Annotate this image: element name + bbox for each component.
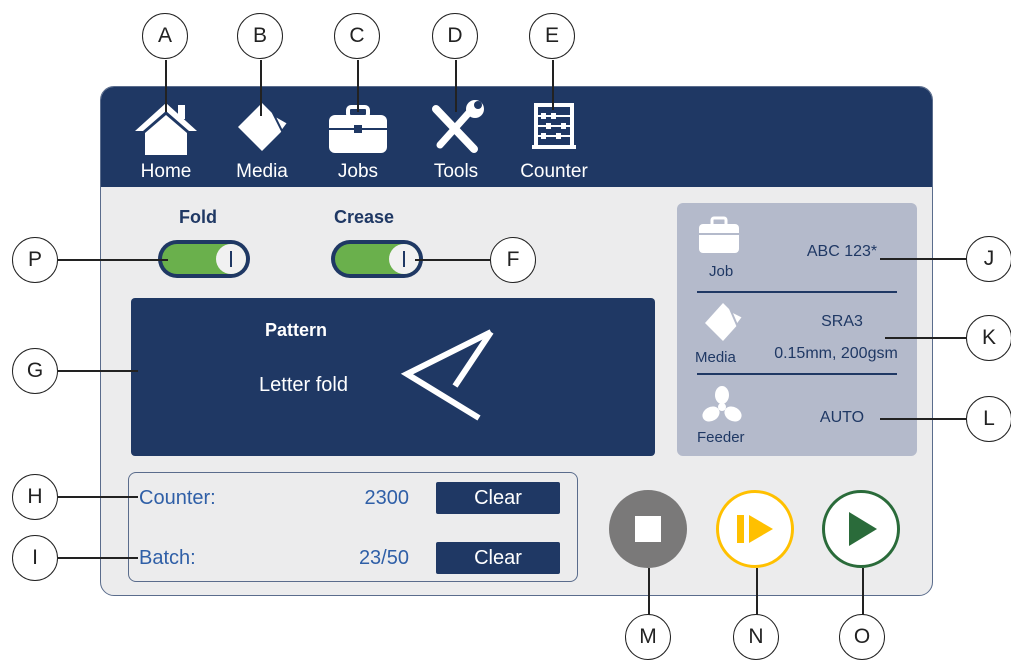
briefcase-icon — [699, 216, 739, 253]
callout-g: G — [12, 348, 58, 394]
device-screen: Home Media Jobs Tools Counter Fold Creas… — [100, 86, 933, 596]
fold-toggle-knob — [216, 244, 246, 274]
single-cycle-button[interactable] — [716, 490, 794, 568]
stop-button[interactable] — [609, 490, 687, 568]
fold-toggle[interactable] — [158, 240, 250, 278]
callout-p: P — [12, 237, 58, 283]
nav-media-label: Media — [236, 161, 288, 182]
callout-l: L — [966, 396, 1011, 442]
step-play-icon — [737, 515, 773, 543]
callout-f: F — [490, 237, 536, 283]
start-button[interactable] — [822, 490, 900, 568]
info-media-label: Media — [695, 349, 736, 366]
counter-clear-button[interactable]: Clear — [436, 482, 560, 514]
nav-tools-label: Tools — [433, 161, 479, 182]
callout-e: E — [529, 13, 575, 59]
info-media-spec: 0.15mm, 200gsm — [774, 345, 898, 362]
callout-c: C — [334, 13, 380, 59]
callout-j: J — [966, 236, 1011, 282]
nav-jobs-label: Jobs — [337, 161, 379, 182]
nav-home-label: Home — [140, 161, 192, 182]
batch-clear-button[interactable]: Clear — [436, 542, 560, 574]
callout-b: B — [237, 13, 283, 59]
info-feeder-label: Feeder — [697, 429, 745, 446]
crease-label: Crease — [334, 207, 395, 227]
info-job-label: Job — [709, 263, 734, 280]
callout-d: D — [432, 13, 478, 59]
callout-a: A — [142, 13, 188, 59]
fan-icon — [702, 386, 742, 422]
callout-i: I — [12, 535, 58, 581]
crease-toggle[interactable] — [331, 240, 423, 278]
callout-n: N — [733, 614, 779, 660]
batch-value: 23/50 — [358, 547, 409, 569]
fold-label: Fold — [179, 207, 217, 227]
media-icon — [705, 303, 745, 341]
abacus-icon — [532, 103, 576, 149]
pattern-panel[interactable]: Pattern Letter fold — [131, 298, 655, 456]
nav-media[interactable]: Media — [227, 99, 297, 183]
callout-m: M — [625, 614, 671, 660]
callout-h: H — [12, 474, 58, 520]
stop-icon — [635, 516, 661, 542]
batch-label: Batch: — [139, 547, 196, 569]
counter-label: Counter: — [139, 487, 216, 509]
counter-value: 2300 — [364, 487, 410, 509]
nav-counter-label: Counter — [520, 161, 588, 182]
top-nav-bar: Home Media Jobs Tools Counter — [101, 87, 932, 187]
play-icon — [849, 512, 877, 546]
callout-k: K — [966, 315, 1011, 361]
info-divider — [697, 291, 897, 293]
info-divider — [697, 373, 897, 375]
info-media-size: SRA3 — [821, 313, 863, 330]
letter-fold-icon — [400, 329, 494, 421]
counter-panel: Counter: 2300 Clear Batch: 23/50 Clear — [128, 472, 578, 582]
media-icon — [238, 103, 290, 151]
nav-counter[interactable]: Counter — [509, 99, 599, 183]
callout-o: O — [839, 614, 885, 660]
